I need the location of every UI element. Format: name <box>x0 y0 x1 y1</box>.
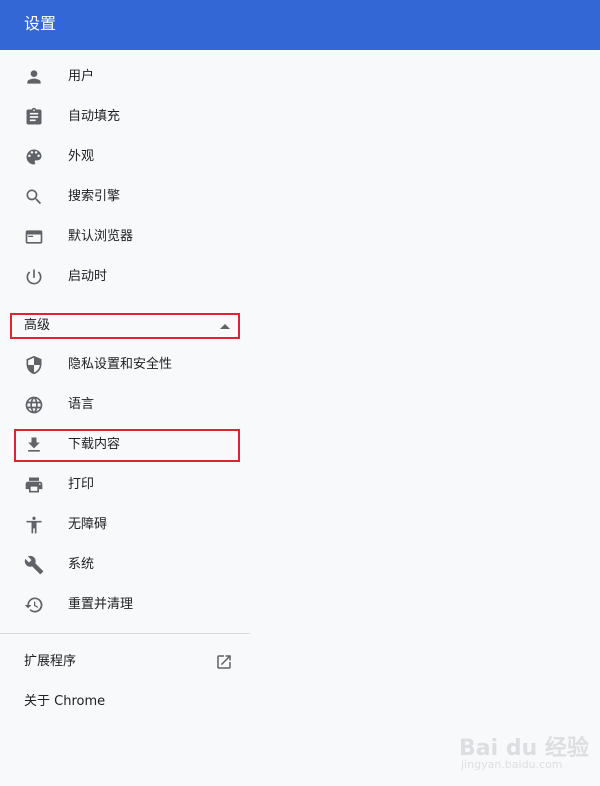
menu-item-label: 启动时 <box>68 269 108 284</box>
menu-item-languages[interactable]: 语言 <box>0 385 250 425</box>
menu-item-label: 无障碍 <box>68 517 108 532</box>
arrow-up-icon <box>220 324 230 329</box>
menu-item-label: 下载内容 <box>68 437 121 452</box>
menu-item-printing[interactable]: 打印 <box>0 465 250 505</box>
person-icon <box>24 67 44 87</box>
accessibility-icon <box>24 515 44 535</box>
wrench-icon <box>24 555 44 575</box>
menu-item-about-chrome[interactable]: 关于 Chrome <box>0 682 250 722</box>
clipboard-icon <box>24 107 44 127</box>
search-icon <box>24 187 44 207</box>
settings-page: 设置 用户 自动填充 外观 搜索引擎 默认浏览器 启动时 高级 隐私设置和安全性… <box>0 0 600 786</box>
page-title: 设置 <box>24 14 57 33</box>
menu-item-label: 系统 <box>68 557 95 572</box>
menu-item-label: 打印 <box>68 477 95 492</box>
menu-item-system[interactable]: 系统 <box>0 545 250 585</box>
history-icon <box>24 595 44 615</box>
menu-item-search-engine[interactable]: 搜索引擎 <box>0 177 250 217</box>
menu-item-people[interactable]: 用户 <box>0 57 250 97</box>
settings-header: 设置 <box>0 0 600 50</box>
menu-item-on-startup[interactable]: 启动时 <box>0 257 250 297</box>
download-icon <box>24 435 44 455</box>
power-icon <box>24 267 44 287</box>
menu-item-label: 隐私设置和安全性 <box>68 357 173 372</box>
menu-item-downloads[interactable]: 下载内容 <box>0 425 250 465</box>
menu-item-default-browser[interactable]: 默认浏览器 <box>0 217 250 257</box>
menu-item-label: 自动填充 <box>68 109 121 124</box>
watermark-sub-text: jingyan.baidu.com <box>461 758 563 771</box>
menu-item-reset[interactable]: 重置并清理 <box>0 585 250 625</box>
baidu-watermark: Bai du 经验 jingyan.baidu.com <box>455 718 589 776</box>
palette-icon <box>24 147 44 167</box>
advanced-label: 高级 <box>24 318 51 333</box>
menu-divider <box>0 633 250 634</box>
menu-item-label: 搜索引擎 <box>68 189 121 204</box>
browser-window-icon <box>24 227 44 247</box>
menu-item-autofill[interactable]: 自动填充 <box>0 97 250 137</box>
menu-item-accessibility[interactable]: 无障碍 <box>0 505 250 545</box>
about-chrome-label: 关于 Chrome <box>24 694 106 709</box>
globe-icon <box>24 395 44 415</box>
menu-item-label: 默认浏览器 <box>68 229 134 244</box>
menu-item-label: 语言 <box>68 397 95 412</box>
menu-item-label: 外观 <box>68 149 95 164</box>
menu-item-privacy[interactable]: 隐私设置和安全性 <box>0 345 250 385</box>
menu-item-appearance[interactable]: 外观 <box>0 137 250 177</box>
printer-icon <box>24 475 44 495</box>
menu-item-label: 重置并清理 <box>68 597 134 612</box>
advanced-toggle[interactable]: 高级 <box>0 306 250 346</box>
shield-icon <box>24 355 44 375</box>
open-in-new-icon[interactable] <box>215 653 233 671</box>
menu-item-label: 用户 <box>68 69 95 84</box>
menu-item-extensions[interactable]: 扩展程序 <box>0 642 250 682</box>
extensions-label: 扩展程序 <box>24 654 77 669</box>
